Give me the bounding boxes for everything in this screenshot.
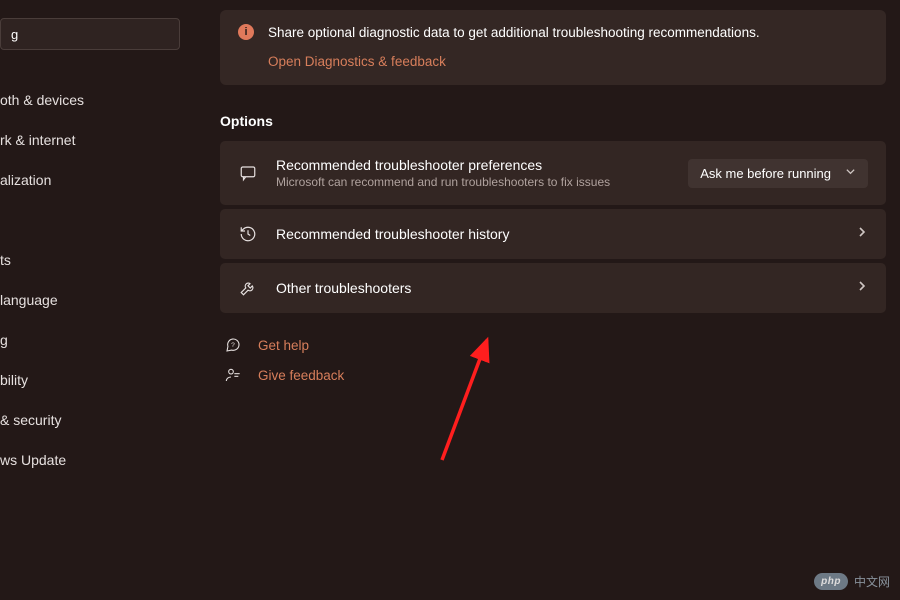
- card-title: Other troubleshooters: [276, 280, 838, 296]
- info-icon: i: [238, 24, 254, 40]
- sidebar: oth & devices rk & internet alization ts…: [0, 0, 180, 600]
- nav-label: ts: [0, 252, 11, 268]
- nav-label: & security: [0, 412, 61, 428]
- main-content: i Share optional diagnostic data to get …: [180, 0, 900, 600]
- options-heading: Options: [220, 113, 886, 129]
- nav-item-gaming[interactable]: g: [0, 320, 180, 360]
- open-diagnostics-link[interactable]: Open Diagnostics & feedback: [268, 54, 446, 69]
- card-troubleshooter-history[interactable]: Recommended troubleshooter history: [220, 209, 886, 259]
- card-title: Recommended troubleshooter preferences: [276, 157, 670, 173]
- get-help-link[interactable]: ? Get help: [224, 337, 886, 353]
- search-input[interactable]: [11, 27, 180, 42]
- card-subtitle: Microsoft can recommend and run troubles…: [276, 175, 670, 189]
- chevron-right-icon: [856, 225, 868, 243]
- card-title: Recommended troubleshooter history: [276, 226, 838, 242]
- nav-label: language: [0, 292, 58, 308]
- notice-text: Share optional diagnostic data to get ad…: [268, 25, 760, 40]
- watermark-text: 中文网: [854, 573, 890, 590]
- nav-item-bluetooth[interactable]: oth & devices: [0, 80, 180, 120]
- feedback-icon: [224, 367, 242, 383]
- link-text: Give feedback: [258, 368, 344, 383]
- nav-label: ws Update: [0, 452, 66, 468]
- nav-item-network[interactable]: rk & internet: [0, 120, 180, 160]
- nav-item-accounts[interactable]: ts: [0, 240, 180, 280]
- chat-icon: [238, 164, 258, 182]
- card-troubleshooter-preferences[interactable]: Recommended troubleshooter preferences M…: [220, 141, 886, 205]
- nav-label: bility: [0, 372, 28, 388]
- nav-item-privacy-security[interactable]: & security: [0, 400, 180, 440]
- nav-label: rk & internet: [0, 132, 75, 148]
- preferences-dropdown[interactable]: Ask me before running: [688, 159, 868, 188]
- nav-label: g: [0, 332, 8, 348]
- link-text: Get help: [258, 338, 309, 353]
- svg-text:?: ?: [231, 342, 235, 349]
- chevron-right-icon: [856, 279, 868, 297]
- nav-item-time-language[interactable]: language: [0, 280, 180, 320]
- card-other-troubleshooters[interactable]: Other troubleshooters: [220, 263, 886, 313]
- chevron-down-icon: [845, 166, 856, 180]
- watermark-badge: php: [814, 573, 848, 590]
- diagnostic-notice: i Share optional diagnostic data to get …: [220, 10, 886, 85]
- nav-item-windows-update[interactable]: ws Update: [0, 440, 180, 480]
- nav-item-accessibility[interactable]: bility: [0, 360, 180, 400]
- dropdown-value: Ask me before running: [700, 166, 831, 181]
- wrench-icon: [238, 279, 258, 297]
- help-icon: ?: [224, 337, 242, 353]
- history-icon: [238, 225, 258, 243]
- nav-item-apps[interactable]: [0, 200, 180, 240]
- nav-list: oth & devices rk & internet alization ts…: [0, 80, 180, 480]
- nav-label: alization: [0, 172, 51, 188]
- nav-item-personalization[interactable]: alization: [0, 160, 180, 200]
- search-box[interactable]: [0, 18, 180, 50]
- watermark: php 中文网: [814, 573, 890, 590]
- nav-label: oth & devices: [0, 92, 84, 108]
- footer-links: ? Get help Give feedback: [220, 337, 886, 383]
- give-feedback-link[interactable]: Give feedback: [224, 367, 886, 383]
